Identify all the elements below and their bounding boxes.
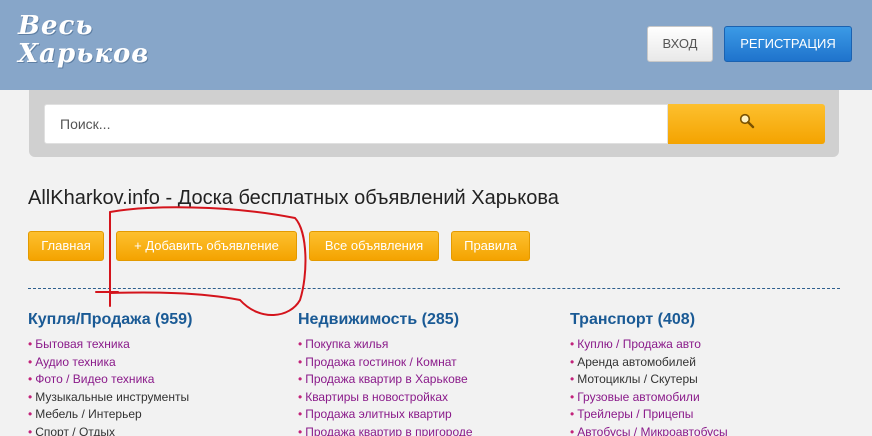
category-column: Транспорт (408) • Куплю / Продажа авто • А…: [570, 311, 820, 436]
category-column: Купля/Продажа (959) • Бытовая техника • Ау…: [28, 311, 278, 436]
search-icon: [739, 113, 755, 129]
category-link[interactable]: • Продажа квартир в пригороде: [298, 424, 548, 436]
category-column: Недвижимость (285) • Покупка жилья • Прода…: [298, 311, 548, 436]
category-link[interactable]: • Музыкальные инструменты: [28, 389, 278, 407]
category-link[interactable]: • Продажа квартир в Харькове: [298, 371, 548, 389]
category-link[interactable]: • Квартиры в новостройках: [298, 389, 548, 407]
search-button[interactable]: [668, 104, 825, 144]
category-title[interactable]: Транспорт (408): [570, 311, 820, 329]
category-link[interactable]: • Аренда автомобилей: [570, 354, 820, 372]
site-logo[interactable]: Весь Харьков: [18, 12, 149, 68]
category-link[interactable]: • Покупка жилья: [298, 336, 548, 354]
nav-all-listings-button[interactable]: Все объявления: [309, 231, 439, 261]
category-link[interactable]: • Продажа элитных квартир: [298, 406, 548, 424]
nav-add-listing-button[interactable]: + Добавить объявление: [116, 231, 297, 261]
category-title[interactable]: Недвижимость (285): [298, 311, 548, 329]
search-input[interactable]: [44, 104, 668, 144]
category-link[interactable]: • Грузовые автомобили: [570, 389, 820, 407]
logo-line-2: Харьков: [18, 39, 150, 69]
section-divider: [28, 288, 840, 289]
category-link[interactable]: • Фото / Видео техника: [28, 371, 278, 389]
category-link[interactable]: • Трейлеры / Прицепы: [570, 406, 820, 424]
category-link[interactable]: • Бытовая техника: [28, 336, 278, 354]
page-title: AllKharkov.info - Доска бесплатных объяв…: [28, 187, 559, 209]
category-link[interactable]: • Автобусы / Микроавтобусы: [570, 424, 820, 436]
category-link[interactable]: • Мотоциклы / Скутеры: [570, 371, 820, 389]
register-button[interactable]: РЕГИСТРАЦИЯ: [724, 26, 852, 62]
category-link[interactable]: • Продажа гостинок / Комнат: [298, 354, 548, 372]
category-link[interactable]: • Аудио техника: [28, 354, 278, 372]
login-button[interactable]: ВХОД: [647, 26, 713, 62]
nav-home-button[interactable]: Главная: [28, 231, 104, 261]
logo-line-1: Весь: [18, 11, 94, 41]
category-list: • Куплю / Продажа авто • Аренда автомобиле…: [570, 336, 820, 436]
category-link[interactable]: • Куплю / Продажа авто: [570, 336, 820, 354]
category-title[interactable]: Купля/Продажа (959): [28, 311, 278, 329]
category-link[interactable]: • Мебель / Интерьер: [28, 406, 278, 424]
category-link[interactable]: • Спорт / Отдых: [28, 424, 278, 436]
category-list: • Покупка жилья • Продажа гостинок / Комна…: [298, 336, 548, 436]
nav-rules-button[interactable]: Правила: [451, 231, 530, 261]
category-list: • Бытовая техника • Аудио техника • Фото / …: [28, 336, 278, 436]
